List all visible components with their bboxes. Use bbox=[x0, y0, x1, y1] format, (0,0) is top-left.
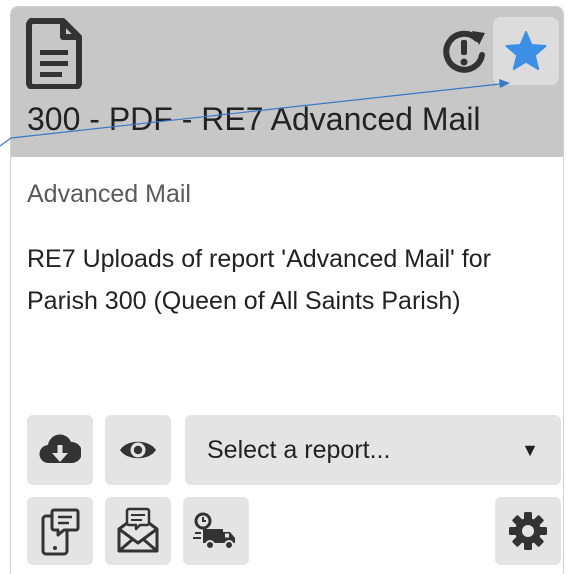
chevron-down-icon: ▼ bbox=[521, 439, 539, 460]
phone-message-icon bbox=[40, 506, 80, 556]
settings-button[interactable] bbox=[495, 497, 561, 565]
alert-refresh-icon[interactable] bbox=[439, 27, 489, 77]
gear-icon bbox=[508, 511, 548, 551]
scheduled-delivery-truck-icon bbox=[193, 511, 239, 551]
report-select-value: Select a report... bbox=[207, 435, 391, 464]
cloud-download-icon bbox=[39, 433, 81, 467]
eye-icon bbox=[118, 437, 158, 463]
email-button[interactable] bbox=[105, 497, 171, 565]
card-subtitle: Advanced Mail bbox=[27, 180, 191, 208]
preview-button[interactable] bbox=[105, 415, 171, 485]
card-title: 300 - PDF - RE7 Advanced Mail bbox=[27, 101, 481, 137]
scheduled-delivery-button[interactable] bbox=[183, 497, 249, 565]
envelope-message-icon bbox=[115, 507, 161, 555]
star-icon bbox=[504, 30, 548, 72]
download-button[interactable] bbox=[27, 415, 93, 485]
file-text-icon bbox=[25, 17, 85, 89]
card-header: 300 - PDF - RE7 Advanced Mail bbox=[11, 7, 563, 157]
report-card: 300 - PDF - RE7 Advanced Mail Advanced M… bbox=[10, 6, 564, 574]
report-select[interactable]: Select a report... ▼ bbox=[185, 415, 561, 485]
card-description: RE7 Uploads of report 'Advanced Mail' fo… bbox=[27, 245, 491, 315]
text-message-button[interactable] bbox=[27, 497, 93, 565]
favorite-button[interactable] bbox=[493, 17, 559, 85]
